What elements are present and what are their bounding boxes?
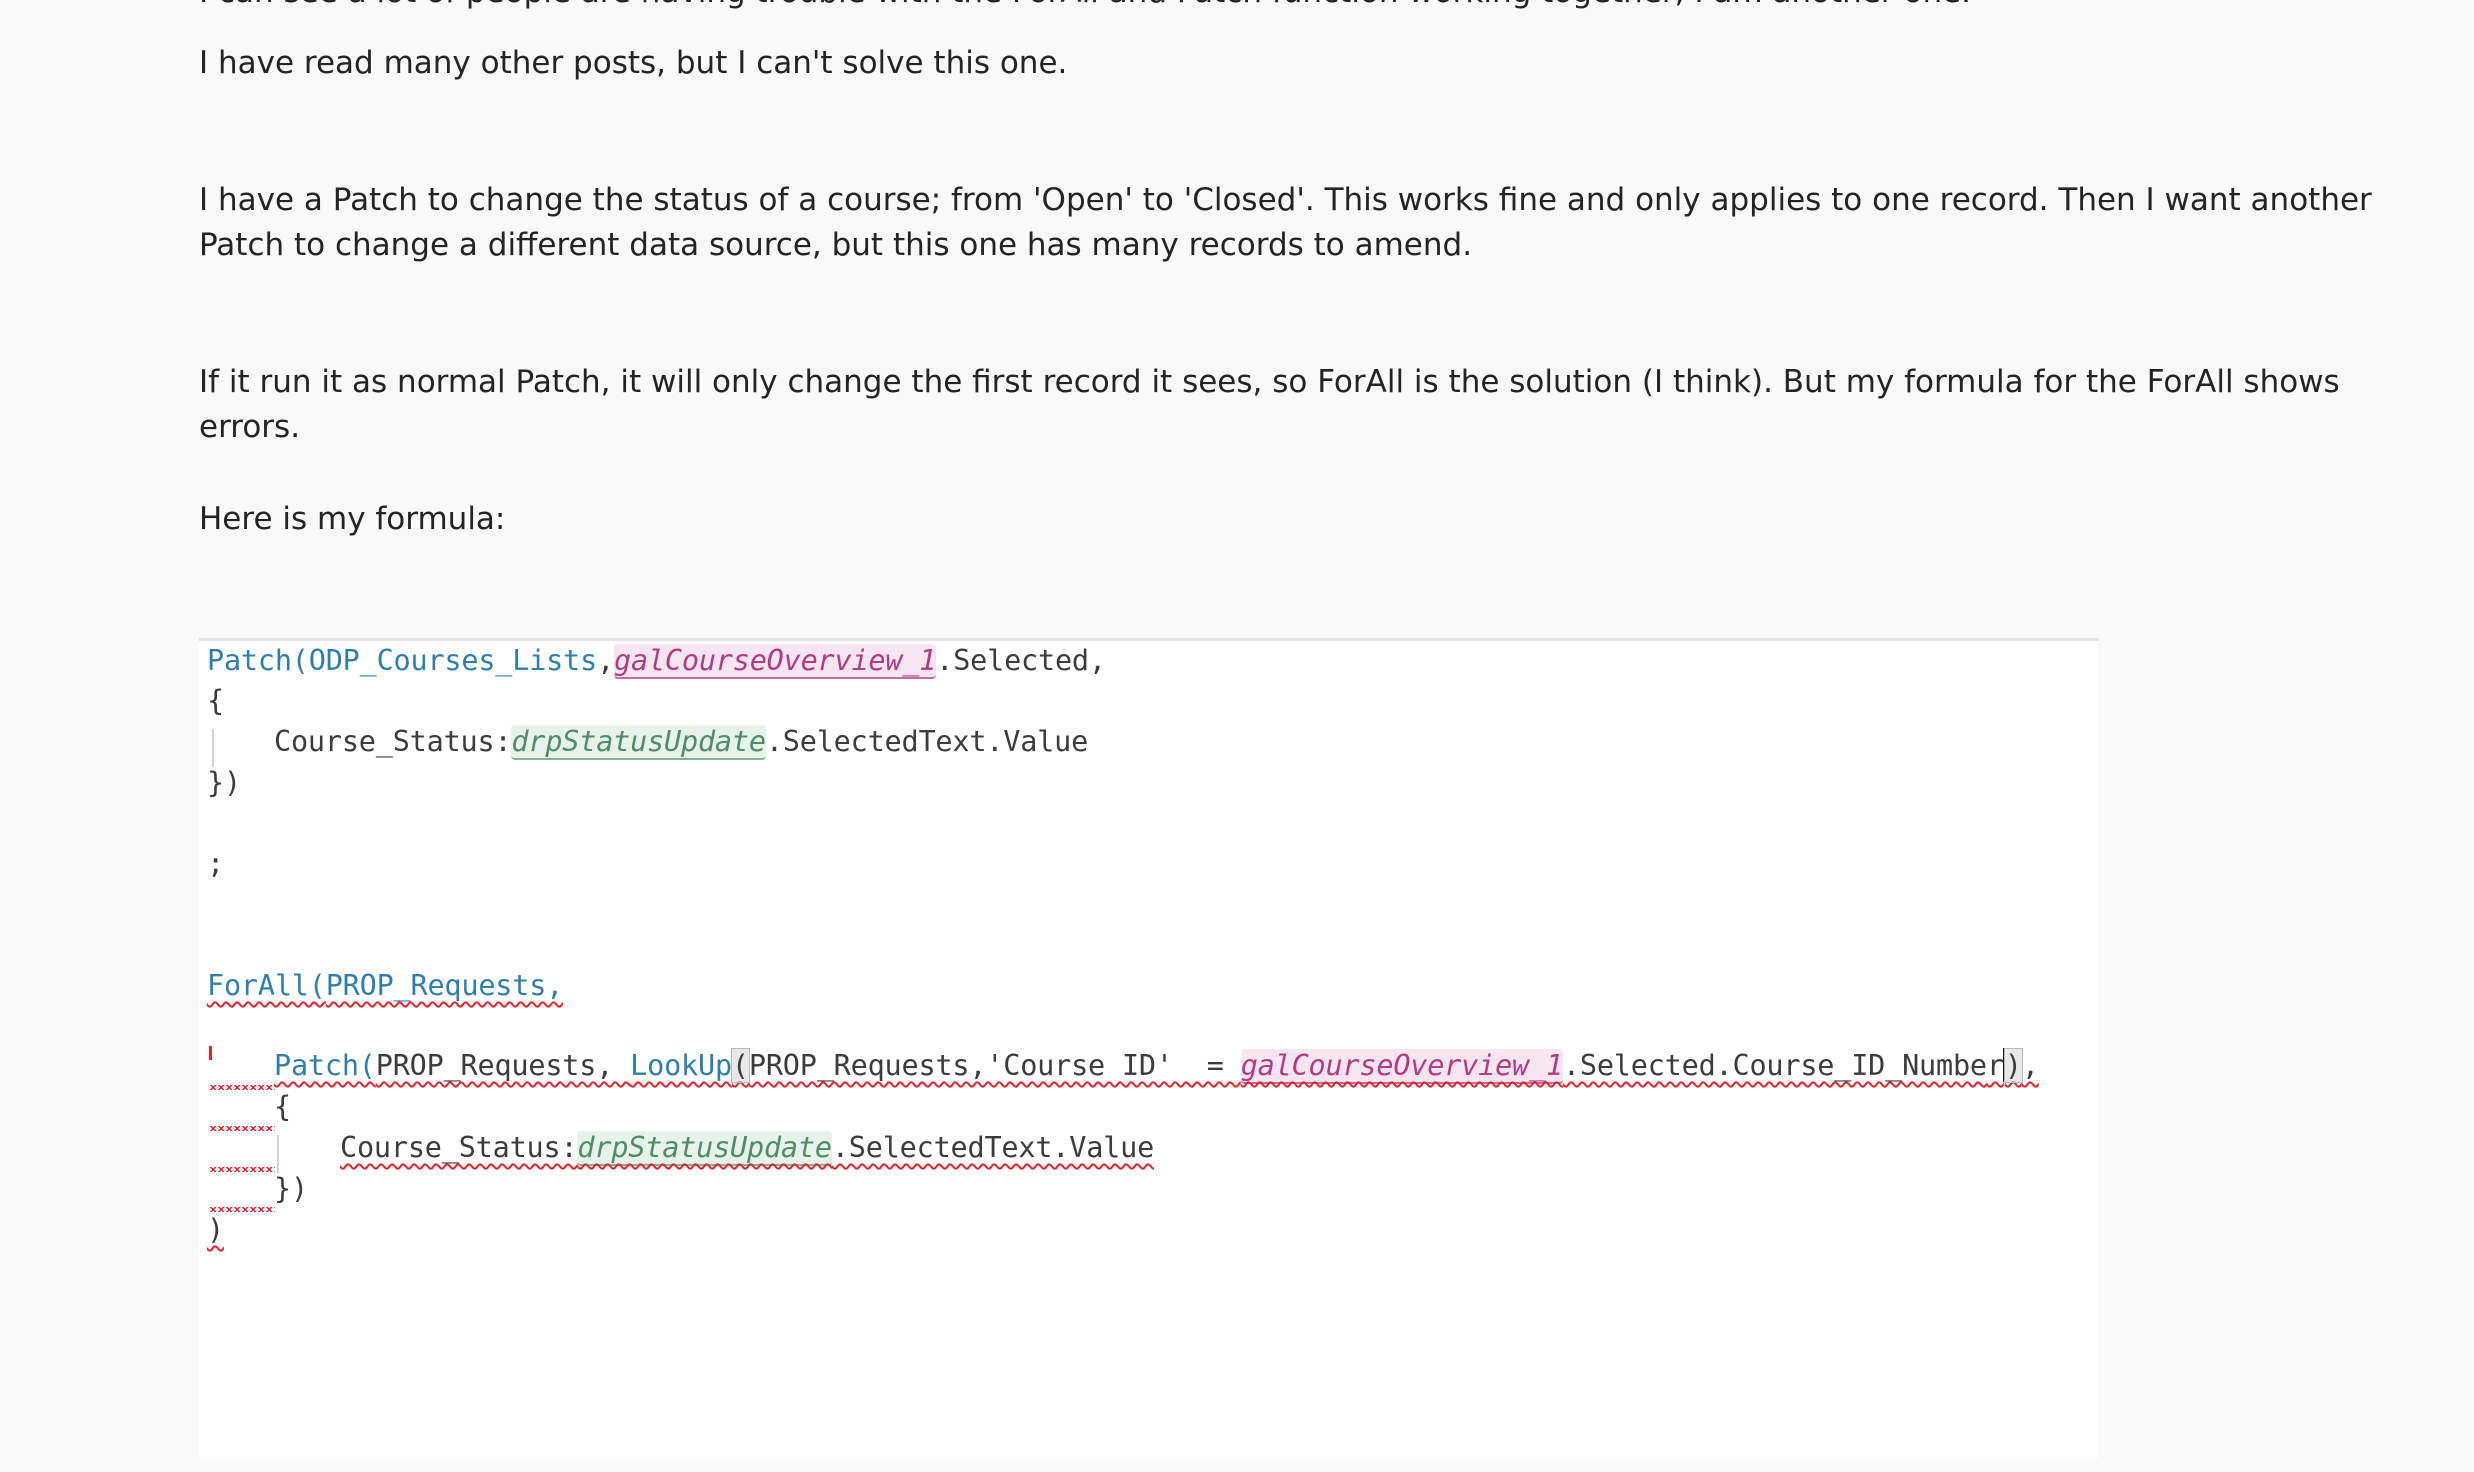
- inner-field-name: Course_Status:: [340, 1131, 578, 1164]
- code-line-patch: Patch(ODP_Courses_Lists,galCourseOvervie…: [207, 641, 1106, 681]
- formula-screenshot: Patch(ODP_Courses_Lists,galCourseOvervie…: [199, 638, 2098, 1458]
- lookup-field-last-char: r: [1986, 1049, 2004, 1082]
- trailing-comma: ,: [2021, 1049, 2039, 1082]
- indent-guide: [277, 1135, 279, 1173]
- post-paragraph-5: Here is my formula:: [199, 501, 506, 537]
- code-line-semicolon: ;: [207, 847, 224, 880]
- code-line-open-brace: {: [207, 684, 224, 717]
- selected-token: .Selected,: [936, 644, 1106, 677]
- lookup-function: LookUp: [630, 1049, 732, 1082]
- post-paragraph-4: If it run it as normal Patch, it will on…: [199, 364, 2350, 445]
- error-squiggle: [209, 1167, 275, 1172]
- comma-token: ,: [597, 644, 615, 677]
- code-line-inner-course-status: Course_Status:drpStatusUpdate.SelectedTe…: [340, 1128, 1154, 1168]
- code-line-inner-patch: Patch(PROP_Requests, LookUp(PROP_Request…: [274, 1046, 2039, 1086]
- post-paragraph-2: I have read many other posts, but I can'…: [199, 45, 1068, 81]
- inner-patch-function: Patch(: [274, 1049, 376, 1082]
- dropdown-control-token: drpStatusUpdate: [577, 1131, 832, 1166]
- selected-text-token: .SelectedText.Value: [765, 725, 1089, 758]
- lookup-close-paren: ): [2003, 1048, 2023, 1083]
- post-paragraph-3: I have a Patch to change the status of a…: [199, 182, 2382, 263]
- lookup-open-paren: (: [730, 1048, 750, 1083]
- post-paragraph-1: I can see a lot of people are having tro…: [199, 0, 2449, 15]
- code-line-forall: ForAll(PROP_Requests,: [207, 966, 563, 1006]
- code-line-outer-close: ): [207, 1210, 224, 1250]
- lookup-args: PROP_Requests,'Course ID' =: [748, 1049, 1241, 1082]
- patch-data-source: ODP_Courses_Lists: [308, 644, 598, 677]
- forall-data-source: PROP_Requests,: [325, 969, 564, 1002]
- field-name: Course_Status:: [274, 725, 512, 758]
- gallery-control-token: galCourseOverview_1: [614, 644, 937, 679]
- error-marker: [209, 1046, 212, 1060]
- error-squiggle: [209, 1126, 275, 1131]
- code-line-inner-close: }): [274, 1172, 308, 1205]
- code-line-inner-open-brace: {: [274, 1090, 291, 1123]
- code-line-course-status: Course_Status:drpStatusUpdate.SelectedTe…: [274, 722, 1088, 762]
- outer-close-paren: ): [207, 1213, 224, 1246]
- error-squiggle: [209, 1085, 275, 1090]
- forall-function: ForAll(: [207, 969, 326, 1002]
- gallery-control-token: galCourseOverview_1: [1240, 1049, 1563, 1084]
- indent-guide: [212, 729, 214, 767]
- inner-patch-source: PROP_Requests,: [375, 1049, 631, 1082]
- lookup-field-token: .Selected.Course_ID_Numbe: [1562, 1049, 1987, 1082]
- dropdown-control-token: drpStatusUpdate: [511, 725, 766, 760]
- patch-function: Patch(: [207, 644, 309, 677]
- code-line-close: }): [207, 766, 241, 799]
- inner-selected-text-token: .SelectedText.Value: [831, 1131, 1155, 1164]
